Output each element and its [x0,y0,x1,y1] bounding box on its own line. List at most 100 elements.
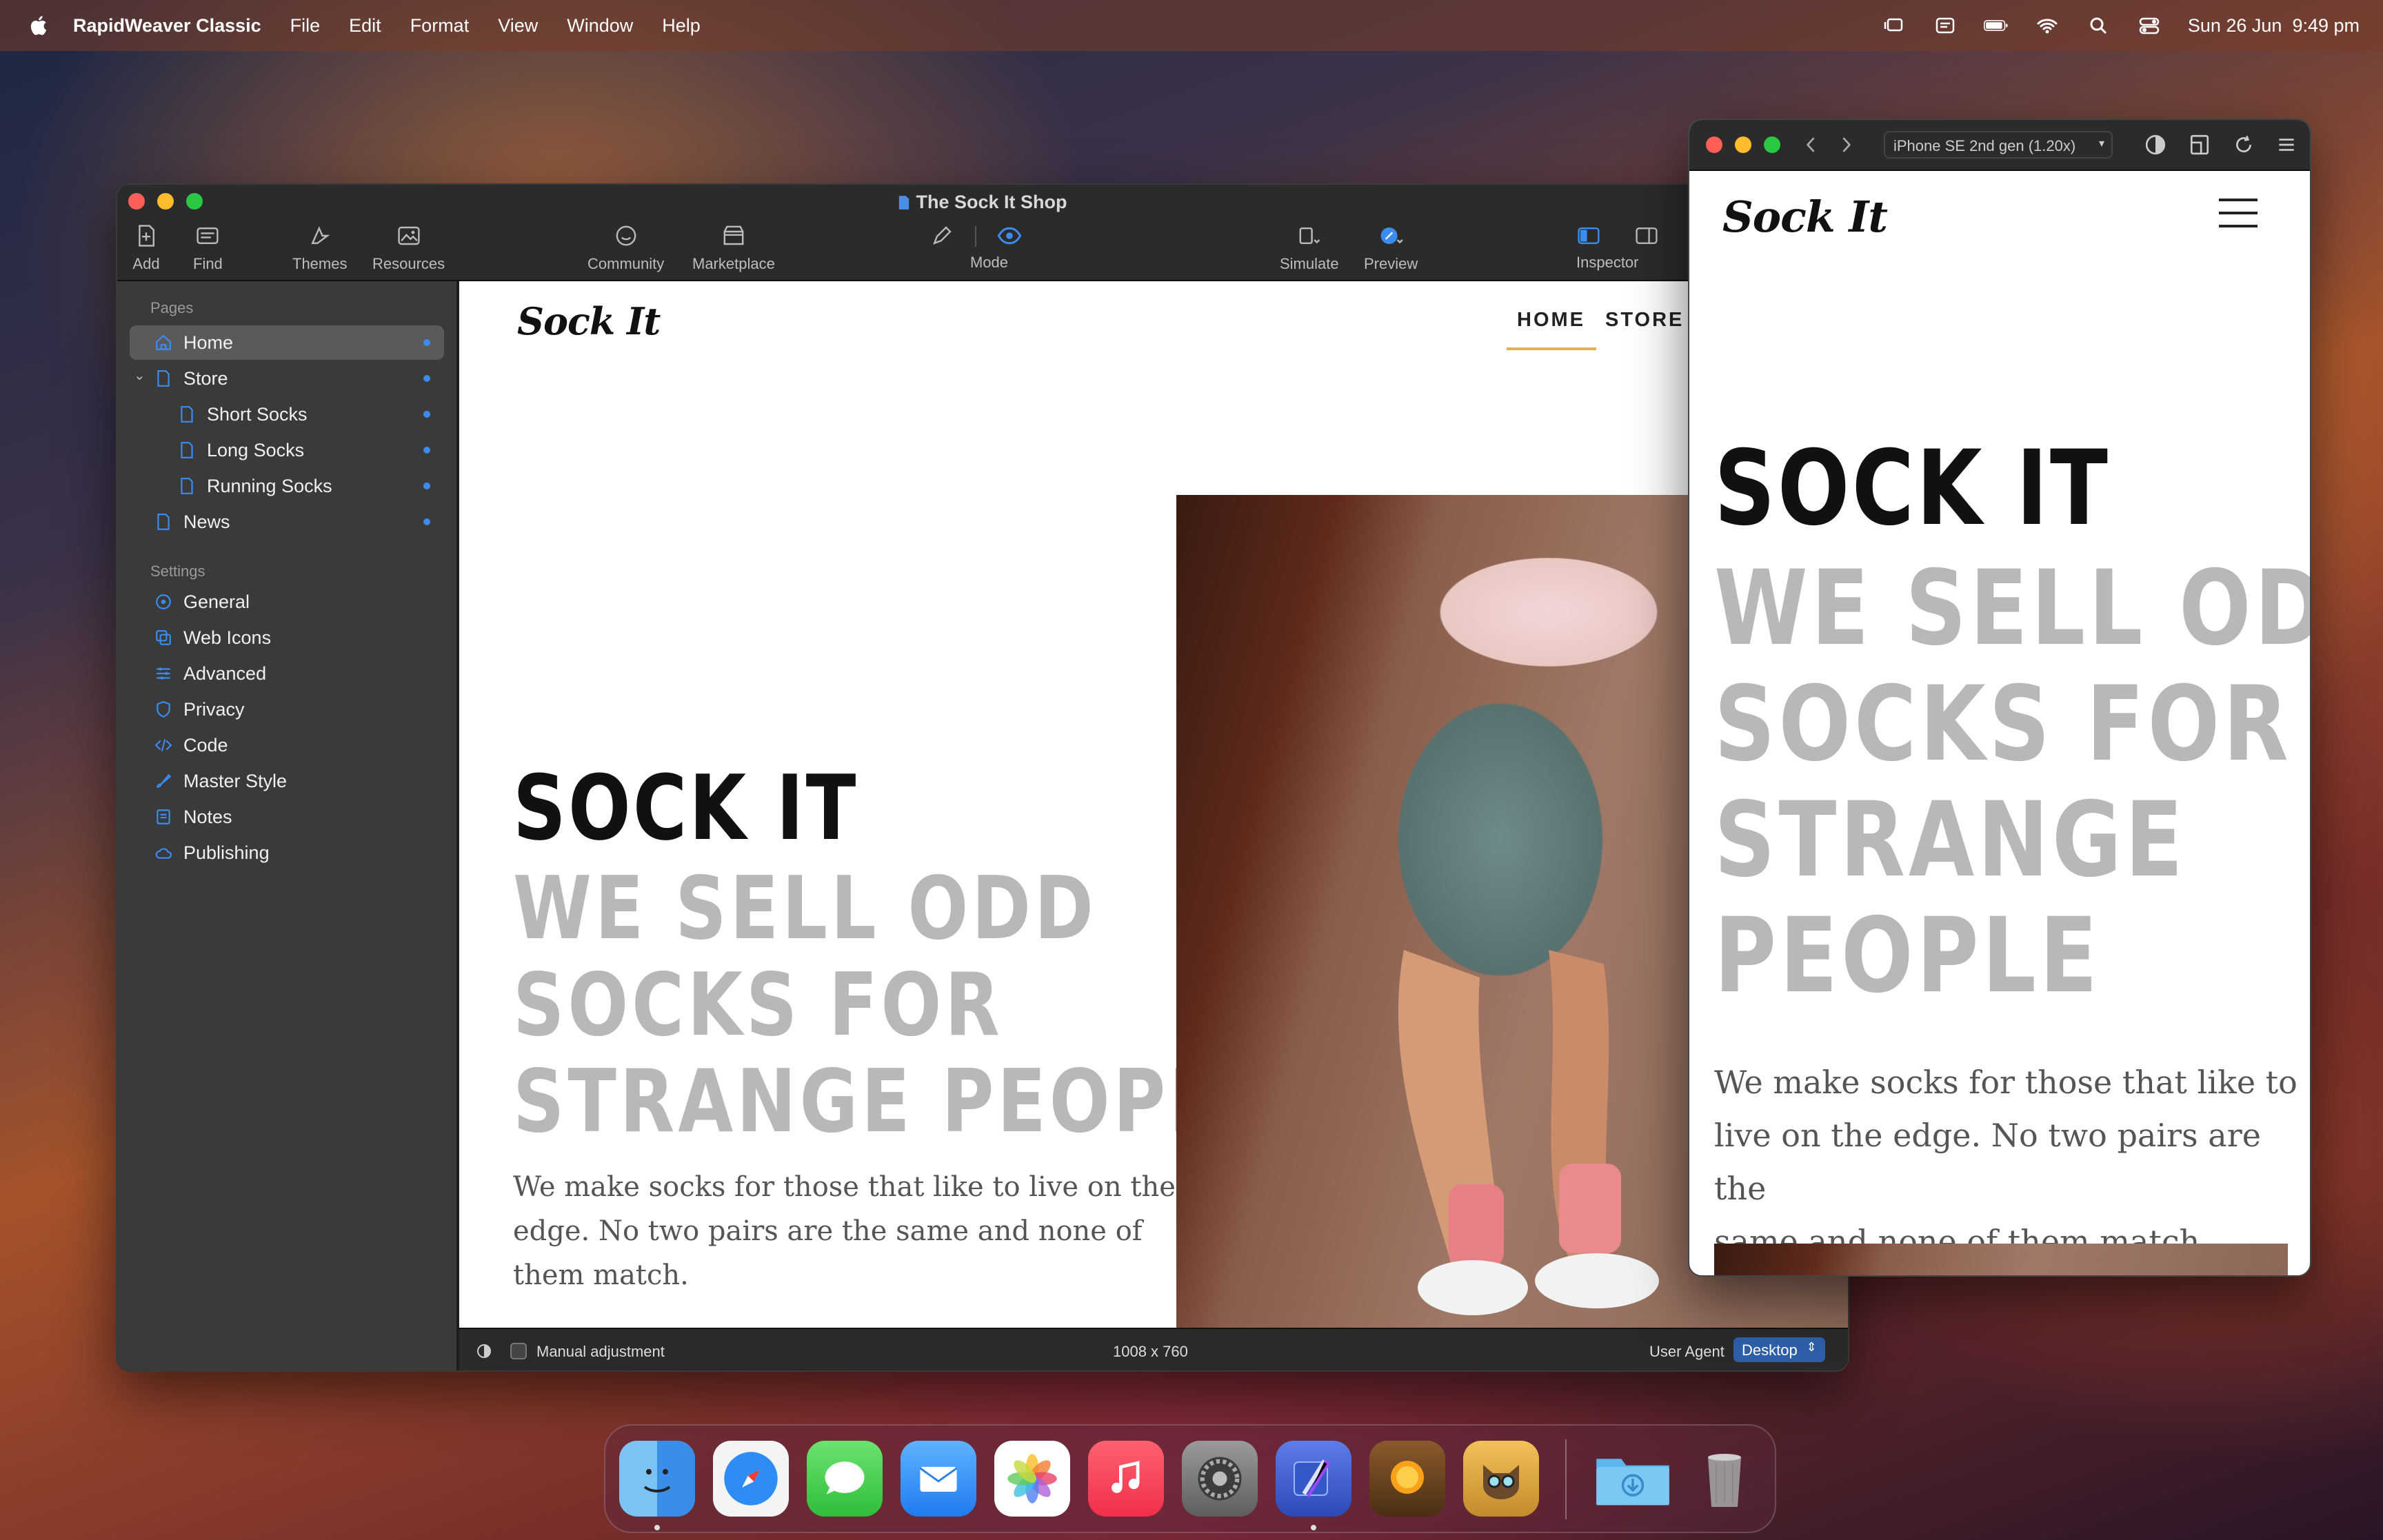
stage-manager-icon[interactable] [1882,15,1907,36]
hamburger-menu-icon[interactable] [2218,196,2259,230]
sidebar-item-master-style[interactable]: Master Style [154,764,287,798]
sidebar-item-label: Publishing [183,842,270,863]
clock[interactable]: Sun 26 Jun 9:49 pm [2188,15,2360,37]
window-toolbar: The Sock It Shop Add Find Themes Resourc… [117,185,1848,281]
control-center-icon[interactable] [2137,15,2162,36]
resources-button[interactable]: Resources [372,223,445,273]
chevron-down-icon[interactable]: ⌄ [134,367,145,384]
sidebar-item-publishing[interactable]: Publishing [154,835,270,870]
sidebar-item-label: Running Socks [207,475,332,496]
nav-store[interactable]: STORE [1605,309,1684,332]
shield-icon[interactable] [1933,15,1958,36]
sidebar-item-label: News [183,511,230,532]
music-icon[interactable] [1088,1441,1164,1517]
hero-heading: SOCK IT [513,756,858,860]
sidebar-item-home[interactable]: Home [130,325,444,360]
squash-icon[interactable] [1369,1441,1445,1517]
forward-arrow-icon[interactable] [1840,135,1852,154]
preview-sub-line-3: STRANGE [1714,780,2186,900]
app-name-menu[interactable]: RapidWeaver Classic [73,15,261,37]
system-settings-icon[interactable] [1182,1441,1258,1517]
finder-icon[interactable] [619,1441,695,1517]
manual-adjustment-checkbox[interactable] [510,1343,527,1359]
appearance-icon[interactable] [2144,134,2166,156]
menu-file[interactable]: File [290,15,321,37]
themes-button[interactable]: Themes [292,223,347,273]
sidebar-item-advanced[interactable]: Advanced [154,656,266,691]
nav-home[interactable]: HOME [1517,309,1585,332]
sidebar-item-label: Master Style [183,770,288,791]
layout-icon[interactable] [2189,134,2211,156]
sidebar-item-long-socks[interactable]: Long Socks [178,433,444,467]
sidebar-item-short-socks[interactable]: Short Socks [178,397,444,432]
sidebar-toggle-icon[interactable] [1575,223,1602,248]
zoom-button[interactable] [1764,136,1780,153]
preview-site-logo[interactable]: Sock It [1722,192,1888,242]
simulate-label: Simulate [1280,255,1339,272]
downloads-folder-icon[interactable] [1590,1441,1676,1517]
device-select[interactable]: iPhone SE 2nd gen (1.20x) ▾ [1884,131,2113,159]
ragdoll-icon[interactable] [1463,1441,1539,1517]
running-indicator [654,1525,660,1530]
status-bar: Manual adjustment 1008 x 760 User Agent … [459,1328,1848,1370]
viewport-size: 1008 x 760 [1113,1343,1188,1360]
apple-icon[interactable] [26,12,50,39]
device-select-value: iPhone SE 2nd gen (1.20x) [1893,137,2076,154]
battery-icon[interactable] [1983,15,2009,36]
sidebar-item-running-socks[interactable]: Running Socks [178,469,444,503]
simulate-button[interactable]: Simulate [1280,223,1339,273]
menu-icon[interactable] [2275,134,2297,156]
sidebar-item-label: Long Socks [207,439,305,460]
marketplace-button[interactable]: Marketplace [692,223,775,273]
trash-icon[interactable] [1687,1441,1762,1517]
user-agent-label: User Agent [1649,1343,1725,1360]
sidebar-item-web-icons[interactable]: Web Icons [154,620,271,655]
menu-window[interactable]: Window [567,15,633,37]
reload-icon[interactable] [2233,134,2255,156]
user-agent-select[interactable]: Desktop ⇕ [1733,1337,1825,1362]
mail-icon[interactable] [901,1441,976,1517]
close-button[interactable] [1706,136,1722,153]
preview-button[interactable]: Preview [1364,223,1418,273]
community-button[interactable]: Community [587,223,664,273]
themes-label: Themes [292,255,348,272]
messages-icon[interactable] [807,1441,883,1517]
safari-icon[interactable] [713,1441,789,1517]
photos-icon[interactable] [994,1441,1070,1517]
menu-view[interactable]: View [498,15,538,37]
site-logo[interactable]: Sock It [517,299,661,343]
sidebar-item-store[interactable]: Store [154,361,444,396]
sidebar-item-news[interactable]: News [154,505,444,539]
publish-status-dot [423,375,430,382]
web-preview[interactable]: Sock It HOME STORE SOCK IT WE SELL ODD S… [459,281,1848,1328]
menu-edit[interactable]: Edit [349,15,381,37]
resources-label: Resources [372,255,445,272]
find-button[interactable]: Find [193,223,223,273]
spotlight-icon[interactable] [2086,15,2111,36]
rapidweaver-icon[interactable] [1276,1441,1351,1517]
manual-adjustment-label: Manual adjustment [536,1343,665,1360]
edit-mode-icon[interactable] [928,223,956,248]
sidebar-item-code[interactable]: Code [154,728,228,762]
general-icon [156,594,171,609]
sidebar-item-notes[interactable]: Notes [154,800,232,834]
appearance-toggle-icon[interactable] [476,1343,492,1359]
sidebar-item-general[interactable]: General [154,585,250,619]
marketplace-label: Marketplace [692,255,775,272]
preview-toolbar: iPhone SE 2nd gen (1.20x) ▾ [1689,120,2310,171]
preview-hero-photo [1714,1244,2288,1275]
dropdown-triangle-icon: ▾ [2098,138,2104,150]
preview-body-line: We make socks for those that like to [1714,1064,2297,1101]
preview-mode-eye-icon[interactable] [996,223,1023,248]
menu-help[interactable]: Help [662,15,701,37]
hero-body-line: them match. [513,1259,689,1291]
sidebar-item-label: Store [183,367,228,389]
add-button[interactable]: Add [132,223,160,273]
back-arrow-icon[interactable] [1805,135,1818,154]
menu-format[interactable]: Format [410,15,470,37]
minimize-button[interactable] [1735,136,1751,153]
inspector-toggle-icon[interactable] [1633,223,1660,248]
add-label: Add [132,255,160,272]
sidebar-item-privacy[interactable]: Privacy [154,692,245,727]
wifi-icon[interactable] [2035,15,2060,36]
